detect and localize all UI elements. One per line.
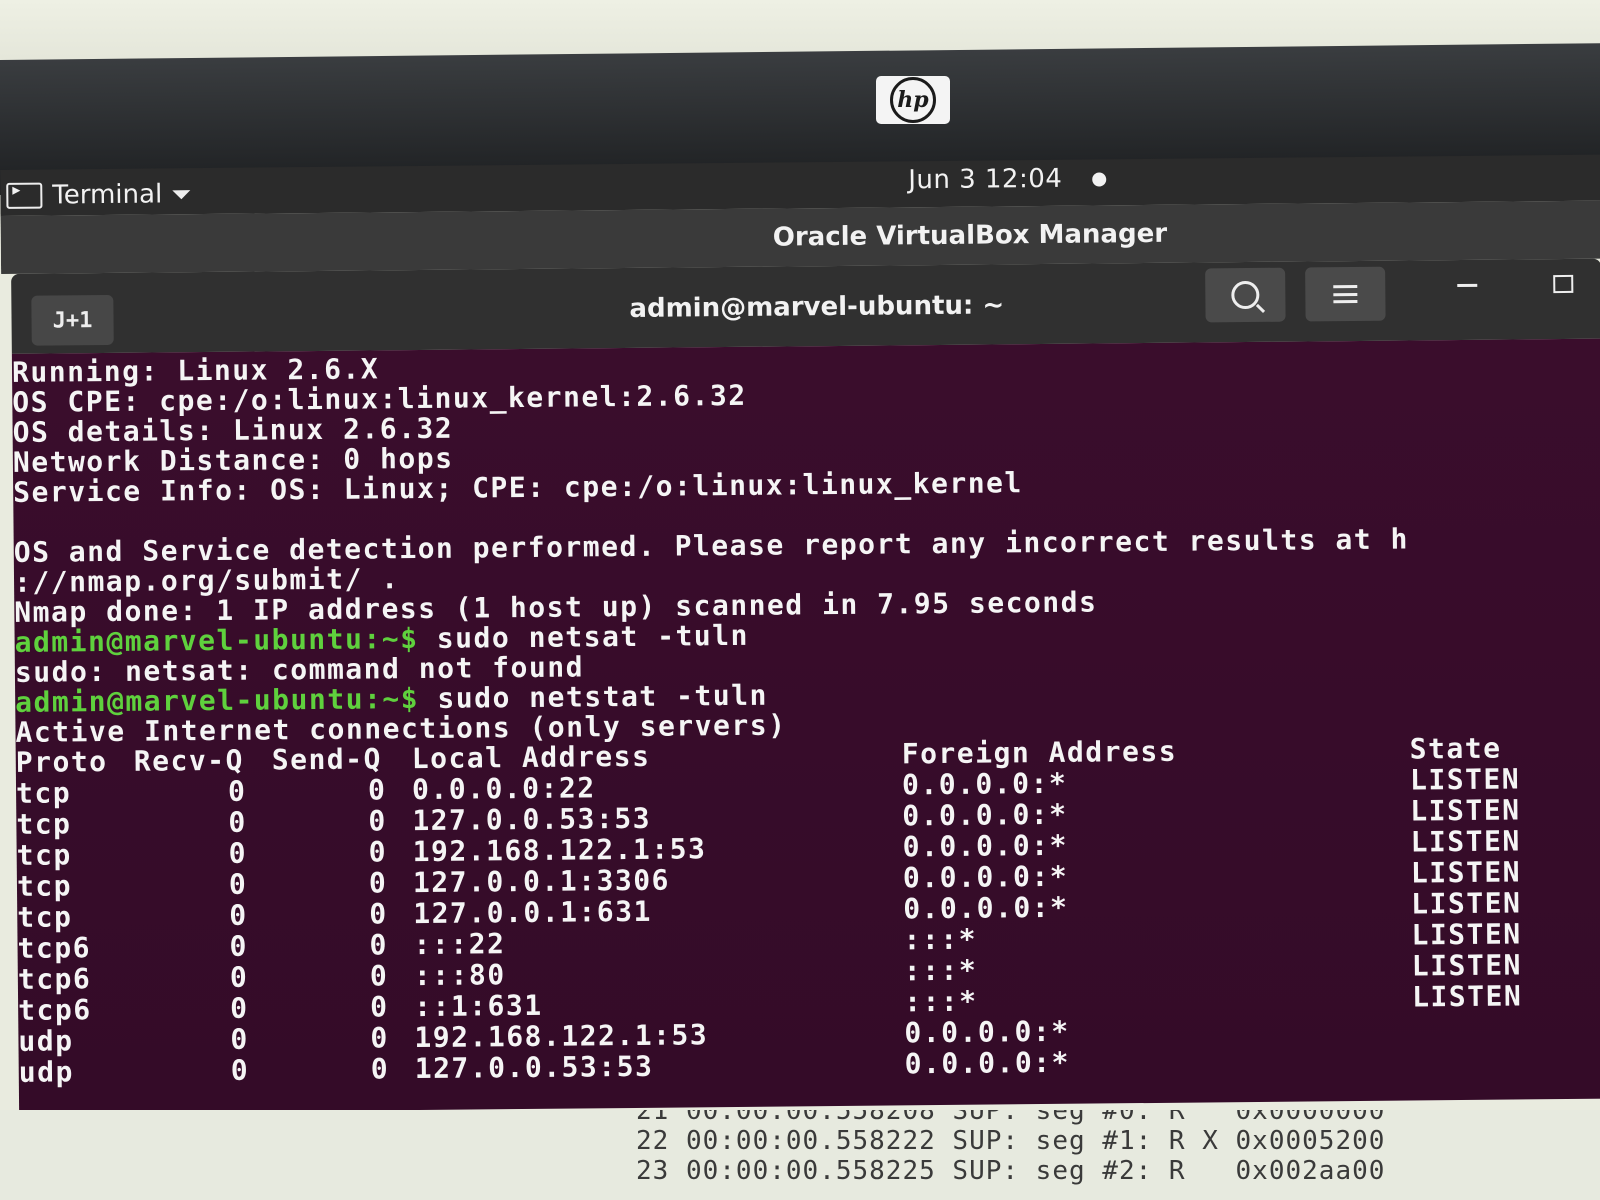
maximize-button[interactable] [1553, 274, 1574, 294]
cell-foreign: 0.0.0.0:* [904, 1045, 1071, 1081]
cell-proto: tcp [16, 807, 72, 841]
cell-foreign: 0.0.0.0:* [902, 828, 1069, 864]
cell-state: LISTEN [1410, 824, 1521, 859]
cell-send: 0 [369, 928, 389, 962]
cell-foreign: 0.0.0.0:* [902, 797, 1068, 833]
virtualbox-window-title: Oracle VirtualBox Manager [772, 218, 1168, 253]
cell-local: 127.0.0.53:53 [414, 1049, 654, 1086]
cell-recv: 0 [227, 774, 247, 808]
cell-local: 127.0.0.1:631 [413, 894, 653, 931]
cell-recv: 0 [228, 836, 248, 870]
cell-foreign: :::* [903, 953, 978, 988]
cell-state: LISTEN [1411, 917, 1522, 952]
app-menu-label: Terminal [52, 179, 163, 211]
header-recv-q: Recv-Q [133, 743, 245, 778]
header-local-address: Local Address [411, 739, 651, 776]
header-foreign-address: Foreign Address [901, 734, 1178, 771]
cell-send: 0 [367, 773, 387, 807]
cell-state: LISTEN [1409, 762, 1521, 797]
cell-send: 0 [368, 804, 387, 838]
cell-state: LISTEN [1411, 979, 1523, 1014]
search-button[interactable] [1205, 267, 1286, 323]
cell-local: ::1:631 [413, 988, 543, 1024]
cell-local: 127.0.0.53:53 [412, 801, 652, 838]
clock-label: Jun 3 12:04 [908, 163, 1063, 196]
chevron-down-icon [172, 189, 191, 199]
cell-send: 0 [370, 1052, 390, 1086]
cell-state: LISTEN [1410, 793, 1521, 828]
cell-proto: tcp6 [18, 993, 92, 1027]
cell-proto: tcp [15, 776, 72, 810]
cell-send: 0 [369, 990, 389, 1024]
cell-foreign: 0.0.0.0:* [901, 766, 1068, 802]
minimize-button[interactable] [1457, 283, 1478, 288]
cell-foreign: 0.0.0.0:* [904, 1014, 1070, 1050]
cell-local: :::22 [413, 927, 506, 962]
screen: Terminal Jun 3 12:04 Oracle VirtualBox M… [0, 145, 1600, 1125]
cell-recv: 0 [229, 929, 249, 963]
terminal-headerbar: J+1 admin@marvel-ubuntu: ~ [11, 258, 1600, 354]
cell-recv: 0 [228, 805, 247, 839]
cell-foreign: :::* [903, 922, 978, 957]
app-menu[interactable]: Terminal [6, 179, 191, 211]
cell-foreign: 0.0.0.0:* [902, 859, 1069, 895]
terminal-output[interactable]: Running: Linux 2.6.X OS CPE: cpe:/o:linu… [11, 338, 1600, 1114]
cell-recv: 0 [228, 867, 248, 901]
cell-send: 0 [368, 866, 388, 900]
cell-proto: tcp6 [17, 962, 92, 996]
netstat-table: Proto Recv-Q Send-Q Local Address Foreig… [15, 731, 1600, 1089]
hamburger-menu-icon [1333, 284, 1358, 304]
terminal-icon [6, 182, 43, 209]
output-line: OS and Service detection performed. Plea… [13, 522, 1410, 569]
cell-send: 0 [369, 959, 389, 993]
cell-proto: tcp [16, 869, 73, 903]
cell-recv: 0 [229, 991, 249, 1025]
search-icon [1231, 280, 1260, 310]
cell-local: :::80 [413, 958, 506, 993]
cell-state: LISTEN [1411, 948, 1523, 983]
cell-recv: 0 [230, 1053, 250, 1087]
cell-recv: 0 [230, 1022, 249, 1056]
new-tab-button[interactable]: J+1 [31, 294, 114, 346]
cell-send: 0 [370, 1021, 389, 1055]
header-state: State [1409, 731, 1502, 766]
menu-button[interactable] [1305, 266, 1386, 322]
terminal-window-title: admin@marvel-ubuntu: ~ [629, 290, 1005, 324]
notification-dot-icon [1092, 171, 1107, 187]
cell-proto: tcp [17, 900, 73, 934]
paper-line: 21 00:00:00.558208 SUP: seg #0: R 0x0000… [636, 1110, 1386, 1126]
brand-logo-text: hp [890, 77, 936, 123]
header-proto: Proto [15, 744, 108, 779]
cell-proto: tcp6 [17, 931, 92, 965]
cell-send: 0 [368, 835, 388, 869]
paper-line: 23 00:00:00.558225 SUP: seg #2: R 0x002a… [636, 1156, 1386, 1186]
paper-line: 22 00:00:00.558222 SUP: seg #1: R X 0x00… [636, 1126, 1386, 1156]
hp-logo: hp [876, 76, 950, 124]
cell-send: 0 [369, 897, 388, 931]
cell-recv: 0 [229, 898, 248, 932]
printed-paper: 21 00:00:00.558208 SUP: seg #0: R 0x0000… [0, 1110, 1600, 1200]
cell-proto: tcp [16, 838, 72, 872]
cell-foreign: :::* [903, 984, 978, 1019]
header-send-q: Send-Q [271, 742, 383, 777]
cell-local: 127.0.0.1:3306 [412, 863, 671, 900]
cell-state: LISTEN [1411, 886, 1522, 921]
cell-recv: 0 [229, 960, 249, 994]
cell-foreign: 0.0.0.0:* [903, 890, 1069, 926]
cell-proto: udp [18, 1055, 74, 1089]
cell-proto: udp [18, 1024, 74, 1058]
cell-local: 0.0.0.0:22 [411, 771, 596, 807]
cell-state: LISTEN [1410, 855, 1522, 890]
clock[interactable]: Jun 3 12:04 [908, 163, 1107, 196]
